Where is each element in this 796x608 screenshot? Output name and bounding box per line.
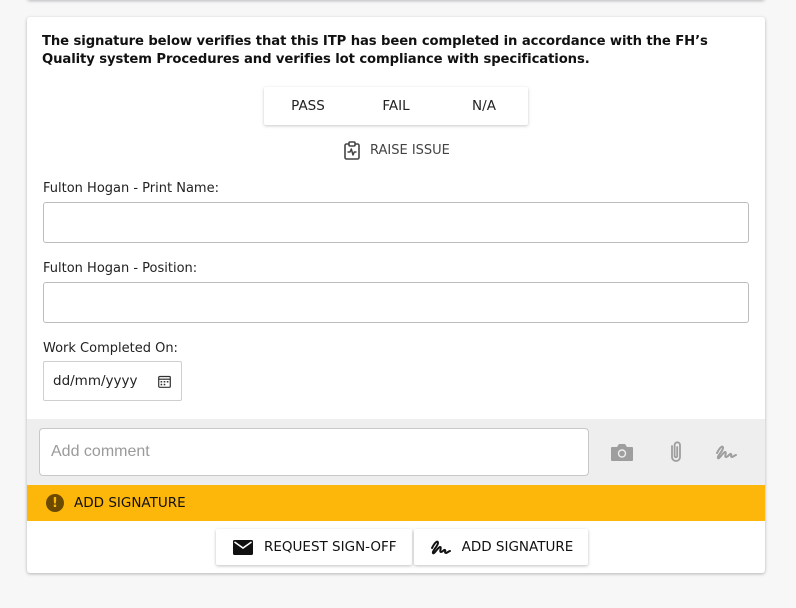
add-signature-banner[interactable]: ! ADD SIGNATURE: [27, 485, 765, 521]
signoff-card: The signature below verifies that this I…: [27, 17, 765, 573]
print-name-field[interactable]: [43, 202, 749, 243]
request-signoff-button[interactable]: REQUEST SIGN-OFF: [216, 529, 412, 565]
comment-placeholder: Add comment: [51, 443, 150, 460]
add-signature-label: ADD SIGNATURE: [461, 539, 574, 555]
add-signature-button[interactable]: ADD SIGNATURE: [413, 529, 589, 565]
work-completed-date-input[interactable]: dd/mm/yyyy: [43, 361, 182, 401]
camera-icon[interactable]: [609, 439, 635, 465]
signature-banner-label: ADD SIGNATURE: [74, 495, 186, 511]
na-button[interactable]: N/A: [440, 87, 528, 125]
raise-issue-label: RAISE ISSUE: [370, 143, 450, 158]
comment-input[interactable]: Add comment: [39, 428, 589, 476]
work-completed-label: Work Completed On:: [43, 341, 178, 356]
request-signoff-label: REQUEST SIGN-OFF: [264, 539, 397, 555]
position-label: Fulton Hogan - Position:: [43, 261, 198, 276]
raise-issue-button[interactable]: RAISE ISSUE: [343, 141, 450, 160]
date-placeholder: dd/mm/yyyy: [53, 373, 138, 389]
verification-statement: The signature below verifies that this I…: [42, 34, 708, 67]
calendar-icon[interactable]: [158, 375, 171, 388]
result-toggle-group: PASS FAIL N/A: [264, 87, 528, 125]
fail-button[interactable]: FAIL: [352, 87, 440, 125]
envelope-icon: [233, 540, 253, 555]
position-field[interactable]: [43, 282, 749, 323]
signature-icon: [430, 540, 451, 555]
exclamation-icon: !: [46, 494, 64, 512]
paperclip-icon[interactable]: [663, 439, 689, 465]
signoff-actions: REQUEST SIGN-OFF ADD SIGNATURE: [216, 529, 589, 565]
signature-icon[interactable]: [713, 439, 739, 465]
comment-bar: Add comment: [27, 419, 765, 485]
print-name-label: Fulton Hogan - Print Name:: [43, 181, 219, 196]
pass-button[interactable]: PASS: [264, 87, 352, 125]
clipboard-pulse-icon: [344, 141, 360, 160]
